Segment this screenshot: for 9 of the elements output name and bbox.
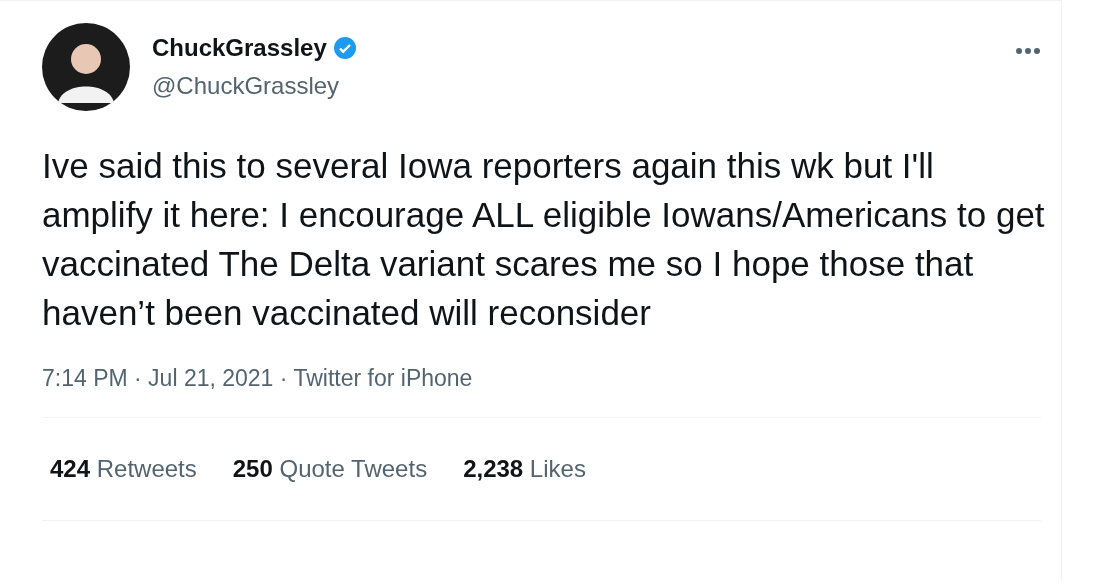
author-name[interactable]: ChuckGrassley — [152, 33, 327, 63]
avatar-icon[interactable] — [42, 23, 130, 111]
more-options-icon[interactable] — [1015, 47, 1041, 55]
engagement-stat[interactable]: 2,238 Likes — [463, 451, 586, 487]
author-handle[interactable]: @ChuckGrassley — [152, 71, 1015, 101]
engagement-stat[interactable]: 424 Retweets — [50, 451, 197, 487]
tweet-timestamp[interactable]: 7:14 PM · Jul 21, 2021 · Twitter for iPhone — [42, 363, 1041, 393]
tweet-text: Ive said this to several Iowa reporters again this wk but I'll amplify it here: I encourage ALL eligible Iowans/Americans to get vaccinated The Delta variant scares me so I hope those that haven’t been vaccinated will reconsider — [42, 145, 1046, 334]
engagement-stat[interactable]: 250 Quote Tweets — [232, 451, 428, 487]
